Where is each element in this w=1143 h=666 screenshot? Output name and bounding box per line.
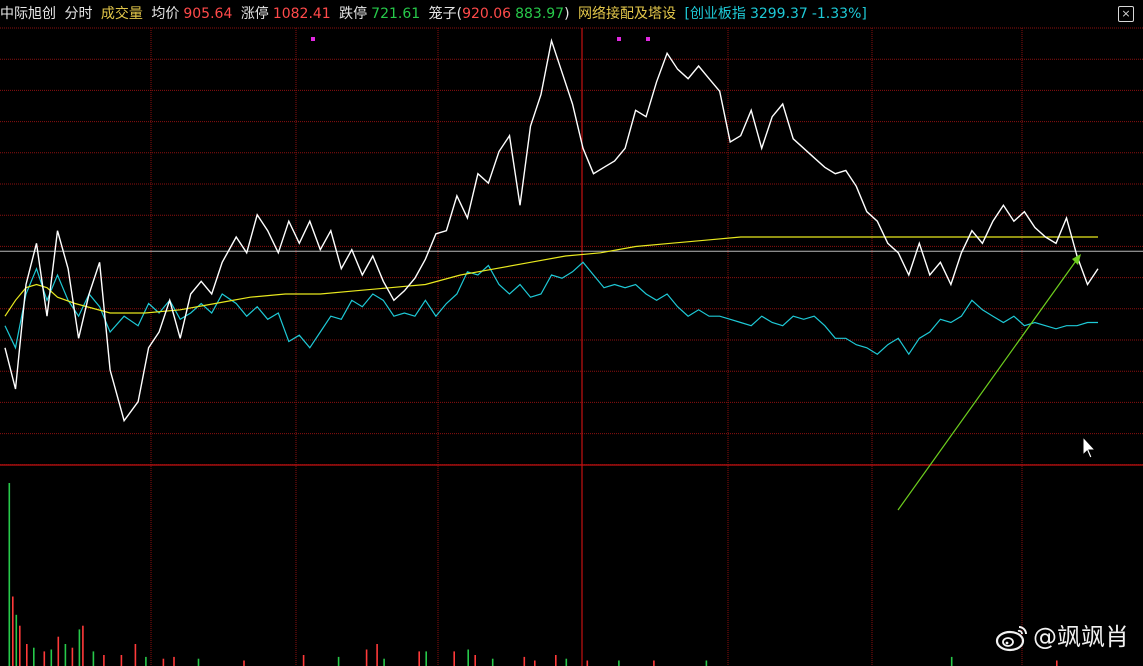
volume-bar — [12, 596, 14, 666]
annotation-arrow — [897, 257, 1079, 511]
volume-bar — [134, 644, 137, 666]
limit-up-value: 1082.41 — [272, 6, 331, 22]
index-name[interactable]: 创业板指 — [690, 6, 746, 22]
watermark: @飒飒肖 — [995, 622, 1129, 652]
volume-bar — [653, 660, 655, 666]
volume-bar — [50, 649, 53, 666]
tab-volume[interactable]: 成交量 — [101, 6, 143, 22]
price-line — [4, 37, 1099, 423]
volume-bar — [64, 644, 67, 666]
watermark-text: @飒飒肖 — [1033, 623, 1129, 651]
volume-bar — [103, 655, 105, 666]
volume-bar — [302, 655, 305, 666]
volume-bar — [145, 656, 147, 666]
event-marker — [646, 37, 650, 41]
volume-bar — [243, 660, 245, 666]
volume-bar — [78, 629, 81, 666]
chart-header: 中际旭创 分时 成交量 均价 905.64 涨停 1082.41 跌停 721.61 … — [0, 0, 1143, 28]
mouse-pointer-icon — [1082, 435, 1097, 459]
cage-high: 920.06 — [462, 6, 512, 22]
limit-down-label: 跌停 — [339, 6, 368, 22]
volume-bar — [26, 644, 28, 666]
index-value: 3299.37 — [749, 6, 808, 22]
volume-bar — [418, 651, 420, 666]
cage-close: ) — [564, 6, 570, 22]
avg-value: 905.64 — [183, 6, 233, 22]
limit-down-value: 721.61 — [371, 6, 421, 22]
volume-bar — [33, 647, 35, 666]
volume-bar — [82, 625, 84, 666]
volume-bar — [173, 656, 175, 666]
close-icon[interactable]: × — [1118, 6, 1134, 22]
volume-bar — [425, 651, 427, 666]
weibo-logo-icon — [995, 626, 1027, 652]
volume-bar — [92, 651, 95, 666]
volume-bar — [15, 614, 18, 666]
volume-bar — [376, 644, 378, 666]
cage-label: 笼子( — [428, 6, 463, 22]
volume-bar — [950, 656, 953, 666]
volume-bar — [1056, 660, 1058, 666]
index-close: ] — [861, 6, 867, 22]
limit-up-label: 涨停 — [240, 6, 269, 22]
volume-bar — [467, 649, 469, 666]
volume-bar — [474, 655, 476, 666]
volume-bar — [453, 651, 455, 666]
cage-low: 883.97 — [515, 6, 565, 22]
volume-bar — [197, 658, 200, 666]
sector-name[interactable]: 网络接配及塔设 — [578, 6, 676, 22]
stock-name: 中际旭创 — [0, 6, 56, 22]
volume-bar — [491, 658, 494, 666]
avg-label: 均价 — [151, 6, 180, 22]
event-marker — [617, 37, 621, 41]
intraday-chart[interactable] — [0, 0, 1143, 666]
volume-bar — [618, 660, 620, 666]
volume-bar — [120, 655, 123, 666]
volume-bar — [365, 649, 368, 666]
volume-bar — [43, 651, 46, 666]
volume-bar — [8, 483, 11, 666]
volume-bar — [534, 660, 536, 666]
volume-bar — [71, 647, 74, 666]
tab-time[interactable]: 分时 — [64, 6, 92, 22]
volume-bar — [555, 655, 557, 666]
volume-bar — [19, 625, 21, 666]
volume-bar — [57, 636, 60, 666]
volume-bar — [337, 656, 340, 666]
index-change: -1.33% — [811, 6, 862, 22]
volume-bar — [586, 660, 589, 666]
volume-bar — [523, 656, 526, 666]
event-marker — [311, 37, 315, 41]
volume-bar — [383, 658, 385, 666]
volume-bar — [705, 660, 708, 666]
volume-bar — [162, 658, 165, 666]
volume-bar — [565, 658, 568, 666]
